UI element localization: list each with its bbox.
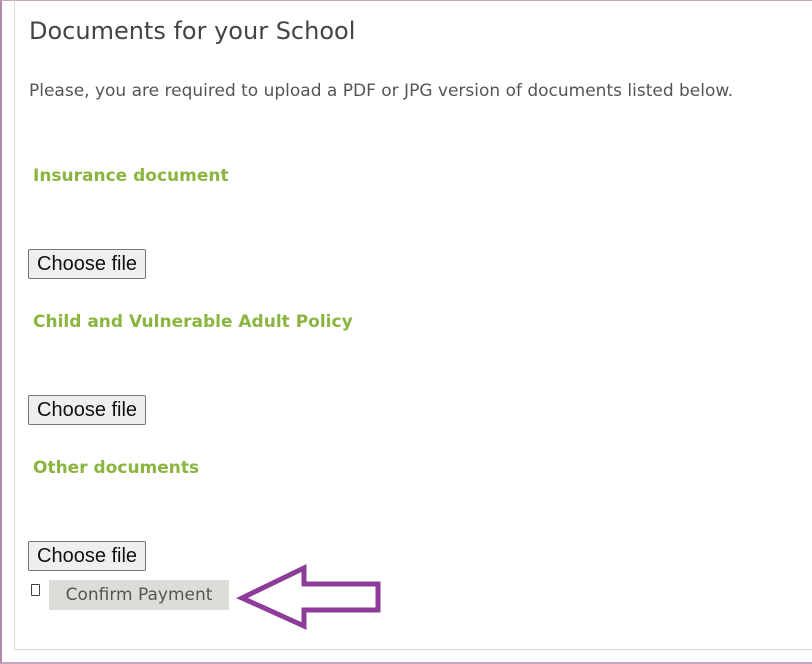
other-choose-file-button[interactable]: Choose file: [28, 541, 147, 571]
other-documents-label: Other documents: [33, 458, 200, 478]
insurance-document-label: Insurance document: [33, 166, 229, 186]
confirm-payment-button[interactable]: Confirm Payment: [49, 580, 229, 610]
insurance-choose-file-button[interactable]: Choose file: [28, 249, 147, 279]
confirm-payment-checkbox[interactable]: [31, 584, 40, 596]
page-title: Documents for your School: [29, 17, 356, 45]
instructions-text: Please, you are required to upload a PDF…: [29, 81, 734, 101]
child-vulnerable-adult-policy-label: Child and Vulnerable Adult Policy: [33, 312, 353, 332]
policy-choose-file-button[interactable]: Choose file: [28, 395, 147, 425]
left-arrow-icon: [236, 564, 381, 630]
